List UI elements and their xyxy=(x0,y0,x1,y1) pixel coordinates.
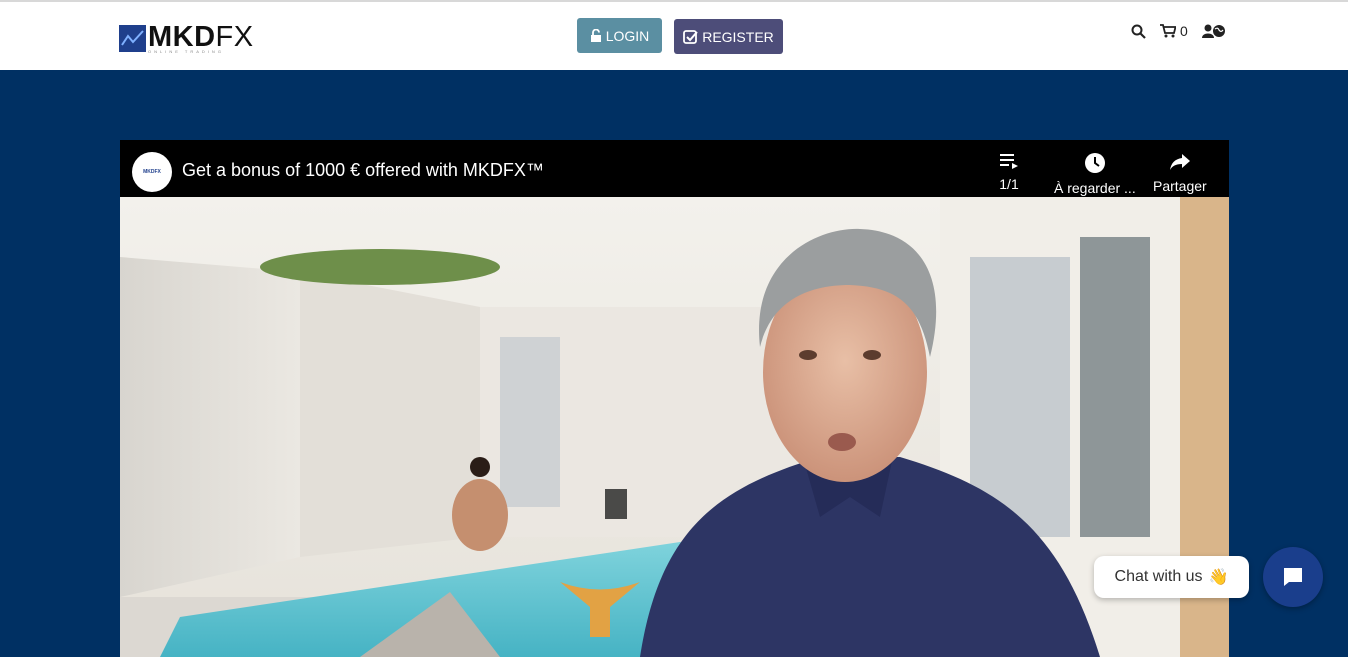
site-logo[interactable]: MKDFX ONLINE TRADING xyxy=(119,22,269,54)
wave-hand-icon: 👋 xyxy=(1208,569,1229,586)
unlock-icon xyxy=(590,28,601,42)
logo-mark-icon xyxy=(119,25,146,52)
video-title[interactable]: Get a bonus of 1000 € offered with MKDFX… xyxy=(182,160,544,181)
register-label: REGISTER xyxy=(702,28,774,45)
search-icon[interactable] xyxy=(1131,21,1146,41)
logo-tagline: ONLINE TRADING xyxy=(148,49,224,54)
register-button[interactable]: REGISTER xyxy=(674,19,783,54)
channel-avatar[interactable]: MKDFX xyxy=(132,152,172,192)
login-label: LOGIN xyxy=(605,27,650,44)
channel-logo-text: MKDFX xyxy=(143,169,161,175)
logo-text: MKDFX xyxy=(148,22,254,52)
cart-button[interactable]: 0 xyxy=(1160,21,1188,41)
playlist-label: 1/1 xyxy=(999,176,1019,192)
video-player[interactable]: MKDFX Get a bonus of 1000 € offered with… xyxy=(120,140,1229,657)
clock-icon xyxy=(1084,153,1105,173)
share-icon xyxy=(1169,154,1190,170)
video-frame-image xyxy=(120,197,1229,657)
chat-prompt-text: Chat with us xyxy=(1114,568,1203,585)
chat-launcher-button[interactable] xyxy=(1263,547,1323,607)
check-square-icon xyxy=(683,29,698,44)
cart-icon xyxy=(1160,24,1176,38)
playlist-button[interactable]: 1/1 xyxy=(999,152,1019,192)
video-title-bar: MKDFX Get a bonus of 1000 € offered with… xyxy=(120,140,1229,197)
login-button[interactable]: LOGIN xyxy=(577,18,662,53)
cart-count: 0 xyxy=(1180,23,1188,39)
user-globe-icon[interactable] xyxy=(1202,21,1226,41)
site-header: MKDFX ONLINE TRADING LOGIN REGISTER 0 xyxy=(0,2,1348,70)
share-button[interactable]: Partager xyxy=(1153,152,1207,194)
playlist-icon xyxy=(1000,154,1018,169)
watch-later-label: À regarder ... xyxy=(1054,180,1136,196)
share-label: Partager xyxy=(1153,178,1207,194)
chat-icon xyxy=(1284,568,1302,586)
watch-later-button[interactable]: À regarder ... xyxy=(1054,152,1136,196)
chat-prompt-bubble[interactable]: Chat with us 👋 xyxy=(1094,556,1249,598)
